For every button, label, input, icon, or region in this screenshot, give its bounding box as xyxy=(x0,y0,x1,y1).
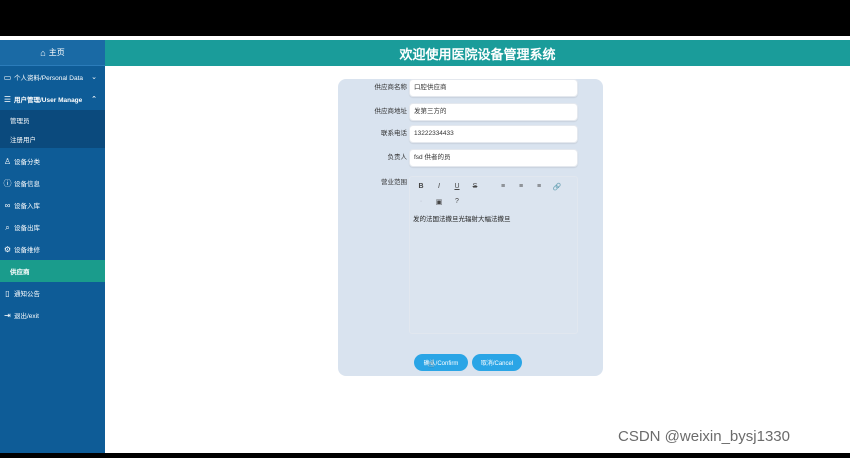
sidebar-item-device-repair[interactable]: ⚙ 设备维修 xyxy=(0,238,105,260)
supplier-form-panel: 供应商名称 口腔供应商 供应商地址 发第三方的 联系电话 13222334433… xyxy=(338,79,603,376)
sidebar-item-device-outbound[interactable]: ⌕ 设备出库 xyxy=(0,216,105,238)
phone-input[interactable]: 13222334433 xyxy=(409,125,578,143)
chevron-up-icon: ⌃ xyxy=(91,96,97,103)
sidebar-item-device-category[interactable]: ♙ 设备分类 xyxy=(0,150,105,172)
sidebar-item-user-manage[interactable]: ☰ 用户管理/User Manage ⌃ xyxy=(0,88,105,110)
field-label: 负责人 xyxy=(387,154,408,161)
sidebar-item-label: 设备入库 xyxy=(14,203,40,210)
app-container: ⌂ 主页 ▭ 个人资料/Personal Data ⌄ ☰ 用户管理/User … xyxy=(0,36,850,453)
sidebar-item-label: 个人资料/Personal Data xyxy=(14,75,83,82)
align-center-icon[interactable]: ≡ xyxy=(516,183,526,190)
supplier-address-input[interactable]: 发第三方的 xyxy=(409,103,578,121)
field-label: 联系电话 xyxy=(381,130,407,137)
person-icon: ♙ xyxy=(3,156,12,166)
link-icon[interactable]: 🔗 xyxy=(552,183,562,191)
business-scope-editor[interactable]: B I U S ≡ ≡ ≡ 🔗 · ▣ ? 发的法国法撒旦光辐射大幅法撒旦 xyxy=(409,176,578,334)
sidebar-item-label: 设备维修 xyxy=(14,247,40,254)
editor-content[interactable]: 发的法国法撒旦光辐射大幅法撒旦 xyxy=(413,213,573,223)
sidebar-item-label: 设备出库 xyxy=(14,225,40,232)
cancel-button[interactable]: 取消/Cancel xyxy=(472,354,522,371)
sidebar-item-exit[interactable]: ⇥ 退出/exit xyxy=(0,304,105,326)
users-icon: ☰ xyxy=(3,94,12,104)
contact-person-input[interactable]: fsd 供者的员 xyxy=(409,149,578,167)
sidebar-item-label: 设备信息 xyxy=(14,181,40,188)
sidebar-item-supplier[interactable]: 供应商 xyxy=(0,260,105,282)
sidebar-item-device-inbound[interactable]: ∞ 设备入库 xyxy=(0,194,105,216)
link-icon: ∞ xyxy=(4,200,11,210)
person-card-icon: ▭ xyxy=(3,72,12,82)
sidebar-item-label: 通知公告 xyxy=(14,291,40,298)
sidebar-item-label: 设备分类 xyxy=(14,159,40,166)
sidebar-home[interactable]: ⌂ 主页 xyxy=(0,40,105,66)
italic-icon[interactable]: I xyxy=(434,183,444,190)
sidebar: ⌂ 主页 ▭ 个人资料/Personal Data ⌄ ☰ 用户管理/User … xyxy=(0,40,105,453)
info-icon: ⓘ xyxy=(3,178,12,188)
page-title: 欢迎使用医院设备管理系统 xyxy=(105,40,850,66)
watermark: CSDN @weixin_bysj1330 xyxy=(618,428,790,445)
gear-icon: ⚙ xyxy=(3,244,12,254)
align-right-icon[interactable]: ≡ xyxy=(534,183,544,190)
help-icon[interactable]: ? xyxy=(452,198,462,205)
sidebar-item-label: 供应商 xyxy=(10,269,30,276)
search-icon: ⌕ xyxy=(5,222,10,232)
form-row-phone: 联系电话 13222334433 xyxy=(338,125,603,143)
mobile-icon: ▯ xyxy=(5,288,10,298)
sidebar-home-label: 主页 xyxy=(48,48,65,57)
sidebar-item-notice[interactable]: ▯ 通知公告 xyxy=(0,282,105,304)
sidebar-item-label: 退出/exit xyxy=(14,313,39,320)
field-label: 供应商名称 xyxy=(374,84,408,91)
bold-icon[interactable]: B xyxy=(416,183,426,190)
sidebar-submenu: 管理员 注册用户 xyxy=(0,110,105,148)
form-row-supplier-address: 供应商地址 发第三方的 xyxy=(338,103,603,121)
align-left-icon[interactable]: ≡ xyxy=(498,183,508,190)
editor-toolbar: B I U S ≡ ≡ ≡ 🔗 · ▣ ? xyxy=(410,177,579,209)
window-bottom-bar xyxy=(0,453,850,458)
form-row-supplier-name: 供应商名称 口腔供应商 xyxy=(338,79,603,97)
underline-icon[interactable]: U xyxy=(452,183,462,190)
image-icon[interactable]: ▣ xyxy=(434,198,444,206)
strikethrough-icon[interactable]: S xyxy=(470,183,480,190)
field-label: 供应商地址 xyxy=(374,108,408,115)
sidebar-item-label: 用户管理/User Manage xyxy=(14,97,83,104)
exit-icon: ⇥ xyxy=(4,310,11,320)
cursor-pointer-icon: ☝ xyxy=(428,359,435,370)
sidebar-item-personal-data[interactable]: ▭ 个人资料/Personal Data ⌄ xyxy=(0,66,105,88)
confirm-button[interactable]: 确认/Confirm xyxy=(414,354,468,371)
sidebar-subitem-registered-users[interactable]: 注册用户 xyxy=(0,129,105,148)
sidebar-subitem-admin[interactable]: 管理员 xyxy=(0,110,105,129)
chevron-down-icon: ⌄ xyxy=(91,74,97,81)
window-top-bar xyxy=(0,0,850,36)
supplier-name-input[interactable]: 口腔供应商 xyxy=(409,79,578,97)
list-icon[interactable]: · xyxy=(416,198,426,205)
home-icon: ⌂ xyxy=(40,47,46,58)
form-row-contact-person: 负责人 fsd 供者的员 xyxy=(338,149,603,167)
field-label: 营业范围 xyxy=(381,179,407,186)
sidebar-item-device-info[interactable]: ⓘ 设备信息 xyxy=(0,172,105,194)
